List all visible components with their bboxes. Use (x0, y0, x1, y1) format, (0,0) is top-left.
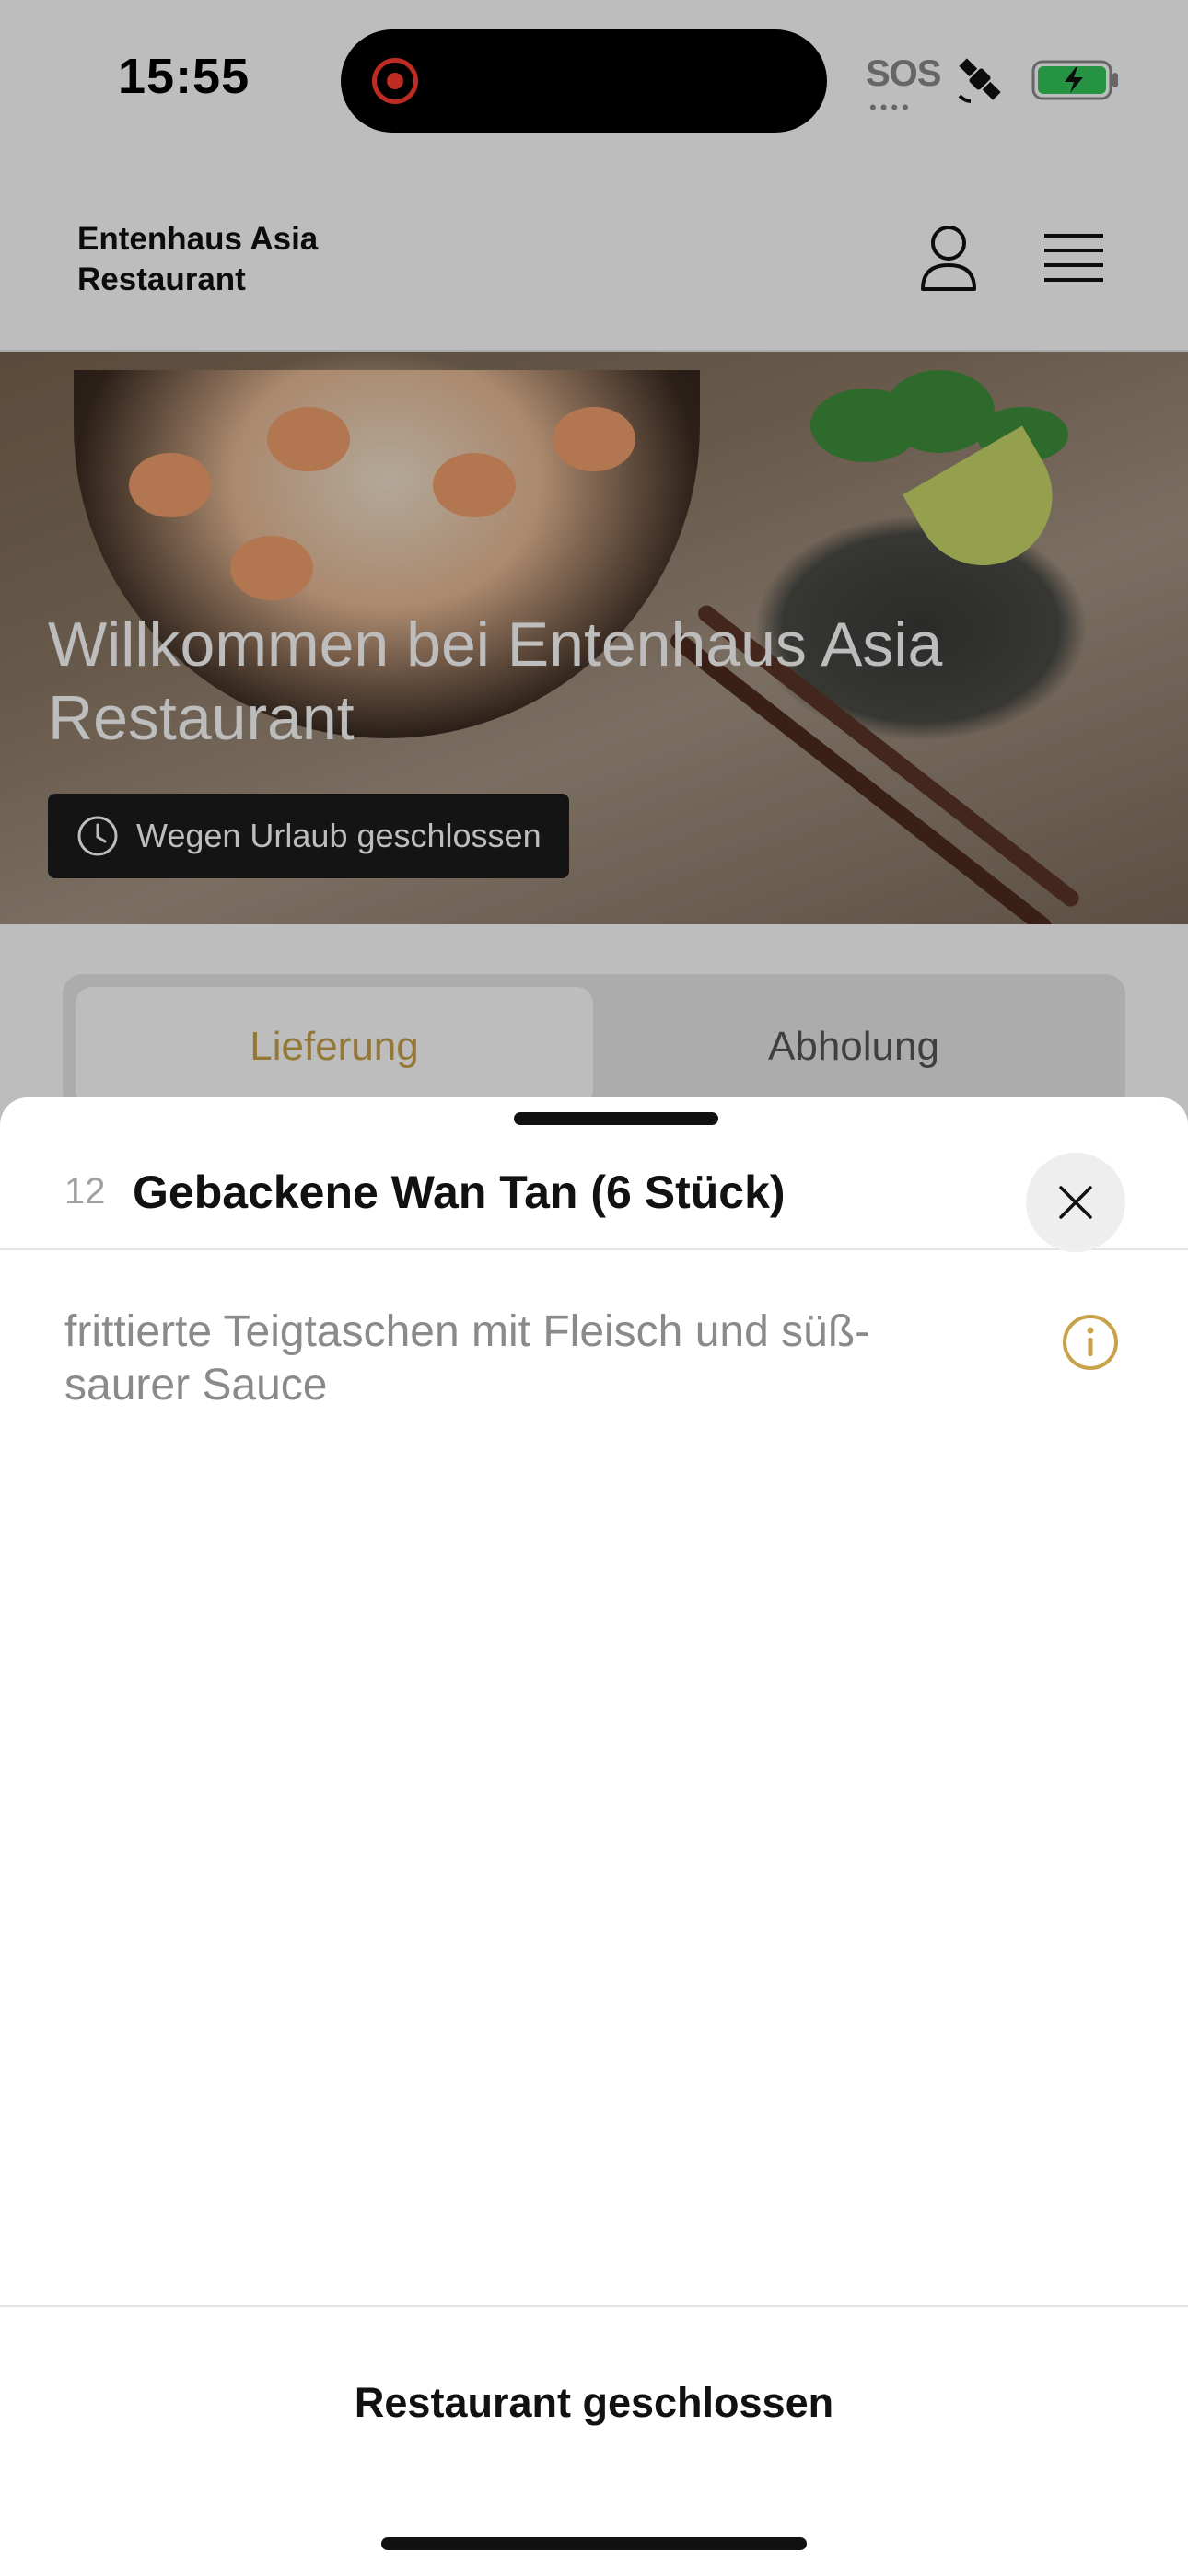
sheet-header: 12 Gebackene Wan Tan (6 Stück) (0, 1125, 1188, 1252)
restaurant-closed-button[interactable]: Restaurant geschlossen (0, 2379, 1188, 2427)
home-indicator (381, 2537, 807, 2550)
sheet-grabber[interactable] (514, 1112, 718, 1125)
close-button[interactable] (1026, 1153, 1125, 1252)
item-title: Gebackene Wan Tan (6 Stück) (133, 1166, 786, 1218)
sheet-footer: Restaurant geschlossen (0, 2305, 1188, 2576)
close-icon (1059, 1186, 1092, 1219)
item-number: 12 (64, 1171, 106, 1212)
item-detail-sheet: 12 Gebackene Wan Tan (6 Stück) frittiert… (0, 1097, 1188, 2576)
item-description: frittierte Teigtaschen mit Fleisch und s… (64, 1307, 870, 1410)
info-icon[interactable] (1061, 1313, 1120, 1372)
